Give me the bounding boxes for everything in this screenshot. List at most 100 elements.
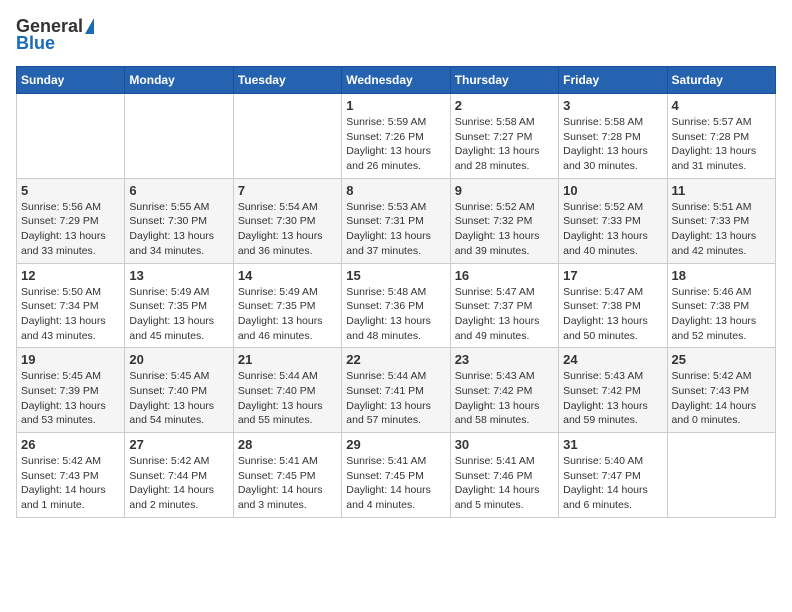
calendar-cell: 16 Sunrise: 5:47 AM Sunset: 7:37 PM Dayli… (450, 263, 558, 348)
calendar-week-row: 12 Sunrise: 5:50 AM Sunset: 7:34 PM Dayli… (17, 263, 776, 348)
day-number: 22 (346, 352, 445, 367)
day-number: 20 (129, 352, 228, 367)
calendar-cell: 3 Sunrise: 5:58 AM Sunset: 7:28 PM Daylig… (559, 94, 667, 179)
day-number: 5 (21, 183, 120, 198)
day-number: 16 (455, 268, 554, 283)
calendar-cell (125, 94, 233, 179)
day-number: 13 (129, 268, 228, 283)
calendar-cell: 12 Sunrise: 5:50 AM Sunset: 7:34 PM Dayli… (17, 263, 125, 348)
day-info: Sunrise: 5:42 AM Sunset: 7:43 PM Dayligh… (21, 454, 120, 513)
weekday-header-tuesday: Tuesday (233, 67, 341, 94)
calendar-cell: 25 Sunrise: 5:42 AM Sunset: 7:43 PM Dayli… (667, 348, 775, 433)
day-number: 27 (129, 437, 228, 452)
weekday-header-saturday: Saturday (667, 67, 775, 94)
day-info: Sunrise: 5:49 AM Sunset: 7:35 PM Dayligh… (238, 285, 337, 344)
calendar-week-row: 19 Sunrise: 5:45 AM Sunset: 7:39 PM Dayli… (17, 348, 776, 433)
day-number: 19 (21, 352, 120, 367)
day-number: 12 (21, 268, 120, 283)
calendar-cell: 13 Sunrise: 5:49 AM Sunset: 7:35 PM Dayli… (125, 263, 233, 348)
logo-blue: Blue (16, 33, 55, 54)
day-info: Sunrise: 5:42 AM Sunset: 7:44 PM Dayligh… (129, 454, 228, 513)
day-info: Sunrise: 5:46 AM Sunset: 7:38 PM Dayligh… (672, 285, 771, 344)
calendar-cell: 14 Sunrise: 5:49 AM Sunset: 7:35 PM Dayli… (233, 263, 341, 348)
calendar-cell: 1 Sunrise: 5:59 AM Sunset: 7:26 PM Daylig… (342, 94, 450, 179)
logo-triangle-icon (85, 18, 94, 34)
day-number: 2 (455, 98, 554, 113)
logo: General Blue (16, 16, 94, 54)
calendar-cell: 17 Sunrise: 5:47 AM Sunset: 7:38 PM Dayli… (559, 263, 667, 348)
day-info: Sunrise: 5:45 AM Sunset: 7:40 PM Dayligh… (129, 369, 228, 428)
day-info: Sunrise: 5:51 AM Sunset: 7:33 PM Dayligh… (672, 200, 771, 259)
day-info: Sunrise: 5:41 AM Sunset: 7:46 PM Dayligh… (455, 454, 554, 513)
calendar-cell: 9Sunrise: 5:52 AM Sunset: 7:32 PM Daylig… (450, 178, 558, 263)
day-number: 4 (672, 98, 771, 113)
calendar-cell: 4 Sunrise: 5:57 AM Sunset: 7:28 PM Daylig… (667, 94, 775, 179)
day-number: 3 (563, 98, 662, 113)
day-info: Sunrise: 5:49 AM Sunset: 7:35 PM Dayligh… (129, 285, 228, 344)
day-info: Sunrise: 5:52 AM Sunset: 7:32 PM Dayligh… (455, 200, 554, 259)
weekday-header-sunday: Sunday (17, 67, 125, 94)
day-info: Sunrise: 5:55 AM Sunset: 7:30 PM Dayligh… (129, 200, 228, 259)
day-number: 10 (563, 183, 662, 198)
day-number: 1 (346, 98, 445, 113)
day-info: Sunrise: 5:52 AM Sunset: 7:33 PM Dayligh… (563, 200, 662, 259)
calendar-cell: 22 Sunrise: 5:44 AM Sunset: 7:41 PM Dayli… (342, 348, 450, 433)
calendar-cell: 28Sunrise: 5:41 AM Sunset: 7:45 PM Dayli… (233, 433, 341, 518)
day-number: 23 (455, 352, 554, 367)
calendar-cell (667, 433, 775, 518)
day-number: 30 (455, 437, 554, 452)
calendar-cell: 8Sunrise: 5:53 AM Sunset: 7:31 PM Daylig… (342, 178, 450, 263)
day-number: 25 (672, 352, 771, 367)
calendar-cell: 29 Sunrise: 5:41 AM Sunset: 7:45 PM Dayli… (342, 433, 450, 518)
day-number: 31 (563, 437, 662, 452)
day-info: Sunrise: 5:41 AM Sunset: 7:45 PM Dayligh… (346, 454, 445, 513)
day-info: Sunrise: 5:47 AM Sunset: 7:37 PM Dayligh… (455, 285, 554, 344)
day-info: Sunrise: 5:45 AM Sunset: 7:39 PM Dayligh… (21, 369, 120, 428)
day-info: Sunrise: 5:48 AM Sunset: 7:36 PM Dayligh… (346, 285, 445, 344)
calendar-week-row: 26 Sunrise: 5:42 AM Sunset: 7:43 PM Dayli… (17, 433, 776, 518)
day-info: Sunrise: 5:44 AM Sunset: 7:41 PM Dayligh… (346, 369, 445, 428)
calendar-cell: 2 Sunrise: 5:58 AM Sunset: 7:27 PM Daylig… (450, 94, 558, 179)
day-number: 15 (346, 268, 445, 283)
day-number: 17 (563, 268, 662, 283)
calendar-cell: 5 Sunrise: 5:56 AM Sunset: 7:29 PM Daylig… (17, 178, 125, 263)
calendar-cell: 11 Sunrise: 5:51 AM Sunset: 7:33 PM Dayli… (667, 178, 775, 263)
day-info: Sunrise: 5:58 AM Sunset: 7:28 PM Dayligh… (563, 115, 662, 174)
day-info: Sunrise: 5:56 AM Sunset: 7:29 PM Dayligh… (21, 200, 120, 259)
day-info: Sunrise: 5:50 AM Sunset: 7:34 PM Dayligh… (21, 285, 120, 344)
day-info: Sunrise: 5:42 AM Sunset: 7:43 PM Dayligh… (672, 369, 771, 428)
day-number: 21 (238, 352, 337, 367)
day-info: Sunrise: 5:59 AM Sunset: 7:26 PM Dayligh… (346, 115, 445, 174)
weekday-header-row: SundayMondayTuesdayWednesdayThursdayFrid… (17, 67, 776, 94)
weekday-header-monday: Monday (125, 67, 233, 94)
day-info: Sunrise: 5:57 AM Sunset: 7:28 PM Dayligh… (672, 115, 771, 174)
calendar-week-row: 1 Sunrise: 5:59 AM Sunset: 7:26 PM Daylig… (17, 94, 776, 179)
day-info: Sunrise: 5:43 AM Sunset: 7:42 PM Dayligh… (455, 369, 554, 428)
day-number: 28 (238, 437, 337, 452)
day-number: 14 (238, 268, 337, 283)
weekday-header-wednesday: Wednesday (342, 67, 450, 94)
day-number: 18 (672, 268, 771, 283)
calendar-week-row: 5 Sunrise: 5:56 AM Sunset: 7:29 PM Daylig… (17, 178, 776, 263)
calendar-cell: 24 Sunrise: 5:43 AM Sunset: 7:42 PM Dayli… (559, 348, 667, 433)
calendar-cell: 23 Sunrise: 5:43 AM Sunset: 7:42 PM Dayli… (450, 348, 558, 433)
calendar-cell: 20 Sunrise: 5:45 AM Sunset: 7:40 PM Dayli… (125, 348, 233, 433)
day-number: 24 (563, 352, 662, 367)
calendar-table: SundayMondayTuesdayWednesdayThursdayFrid… (16, 66, 776, 518)
day-info: Sunrise: 5:58 AM Sunset: 7:27 PM Dayligh… (455, 115, 554, 174)
calendar-cell: 31Sunrise: 5:40 AM Sunset: 7:47 PM Dayli… (559, 433, 667, 518)
weekday-header-friday: Friday (559, 67, 667, 94)
page-header: General Blue (16, 16, 776, 54)
weekday-header-thursday: Thursday (450, 67, 558, 94)
day-number: 29 (346, 437, 445, 452)
calendar-cell: 26 Sunrise: 5:42 AM Sunset: 7:43 PM Dayli… (17, 433, 125, 518)
calendar-cell: 10 Sunrise: 5:52 AM Sunset: 7:33 PM Dayli… (559, 178, 667, 263)
calendar-cell: 18 Sunrise: 5:46 AM Sunset: 7:38 PM Dayli… (667, 263, 775, 348)
day-number: 11 (672, 183, 771, 198)
calendar-cell: 6Sunrise: 5:55 AM Sunset: 7:30 PM Daylig… (125, 178, 233, 263)
day-number: 8 (346, 183, 445, 198)
day-info: Sunrise: 5:47 AM Sunset: 7:38 PM Dayligh… (563, 285, 662, 344)
day-info: Sunrise: 5:43 AM Sunset: 7:42 PM Dayligh… (563, 369, 662, 428)
day-info: Sunrise: 5:54 AM Sunset: 7:30 PM Dayligh… (238, 200, 337, 259)
day-number: 26 (21, 437, 120, 452)
